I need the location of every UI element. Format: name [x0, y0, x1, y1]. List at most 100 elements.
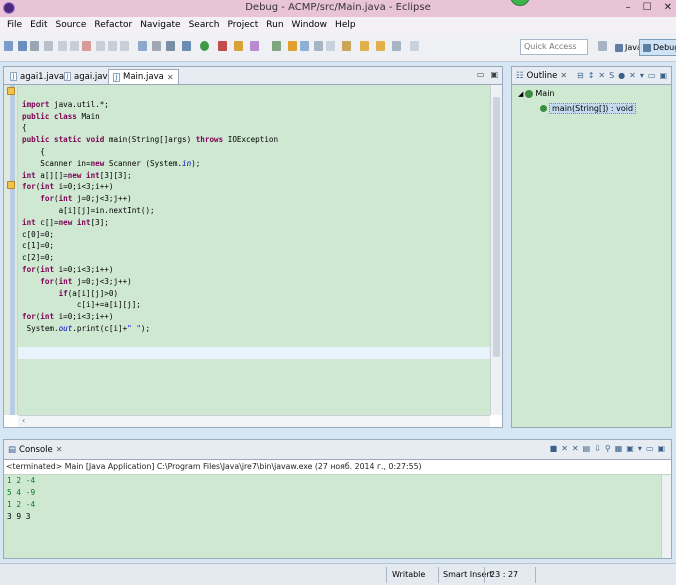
- warning-icon[interactable]: [7, 181, 15, 189]
- menu-project[interactable]: Project: [223, 20, 262, 30]
- quick-access-input[interactable]: Quick Access: [520, 39, 588, 55]
- console-title[interactable]: Console: [19, 445, 53, 455]
- menu-search[interactable]: Search: [185, 20, 224, 30]
- console-output-line: 3 9 3: [7, 512, 31, 521]
- code-line: Scanner in=new Scanner (System.in);: [22, 158, 201, 168]
- resume-icon[interactable]: [58, 41, 67, 51]
- print-icon[interactable]: [44, 41, 53, 51]
- status-divider: [535, 567, 536, 583]
- hide-local-types-icon[interactable]: ✕: [629, 71, 636, 80]
- menu-run[interactable]: Run: [262, 20, 287, 30]
- open-type-icon[interactable]: [272, 41, 281, 51]
- sort-icon[interactable]: ↕: [588, 71, 595, 80]
- scrollbar-thumb[interactable]: [493, 97, 500, 357]
- hide-nonpublic-icon[interactable]: ●: [618, 71, 625, 80]
- hide-static-icon[interactable]: S: [609, 71, 614, 80]
- java-file-icon: J: [10, 72, 17, 81]
- use-step-filters-icon[interactable]: [138, 41, 147, 51]
- main-toolbar: Quick Access Java Debug: [0, 33, 676, 62]
- remove-all-terminated-icon[interactable]: ✕: [572, 444, 579, 453]
- editor-gutter: [4, 85, 18, 415]
- outline-method-node[interactable]: main(String[]) : void: [540, 103, 637, 114]
- terminate-icon[interactable]: ■: [550, 444, 558, 453]
- maximize-view-icon[interactable]: ▣: [657, 444, 665, 453]
- back-icon[interactable]: [360, 41, 369, 51]
- outline-class-node[interactable]: ◢ Main: [518, 89, 555, 98]
- show-on-output-icon[interactable]: ▦: [615, 444, 623, 453]
- perspective-debug-label: Debug: [653, 43, 676, 52]
- window-title: Debug - ACMP/src/Main.java - Eclipse: [245, 2, 431, 13]
- terminate-icon[interactable]: [82, 41, 91, 51]
- clear-console-icon[interactable]: ▤: [583, 444, 591, 453]
- menu-window[interactable]: Window: [288, 20, 332, 30]
- toggle-mark-occurrences-icon[interactable]: [300, 41, 309, 51]
- menu-source[interactable]: Source: [52, 20, 91, 30]
- close-console-icon[interactable]: ✕: [56, 445, 63, 454]
- outline-title[interactable]: Outline: [527, 71, 558, 81]
- code-text[interactable]: import java.util.*; public class Main{pub…: [22, 87, 278, 358]
- suspend-icon[interactable]: [70, 41, 79, 51]
- new-java-project-icon[interactable]: [234, 41, 243, 51]
- editor-vertical-scrollbar[interactable]: [490, 85, 502, 415]
- run-icon[interactable]: [200, 41, 209, 51]
- status-divider: [386, 567, 387, 583]
- editor-horizontal-scrollbar[interactable]: ‹: [18, 415, 490, 427]
- expand-arrow-icon[interactable]: ◢: [518, 90, 523, 98]
- new-icon[interactable]: [4, 41, 13, 51]
- pin-editor-icon[interactable]: [410, 41, 419, 51]
- display-selected-console-icon[interactable]: ▣: [626, 444, 634, 453]
- warning-icon[interactable]: [7, 87, 15, 95]
- outline-method-label: main(String[]) : void: [549, 103, 637, 114]
- step-into-icon[interactable]: [96, 41, 105, 51]
- step-return-icon[interactable]: [120, 41, 129, 51]
- forward-icon[interactable]: [376, 41, 385, 51]
- perspective-debug-button[interactable]: Debug: [639, 39, 676, 56]
- close-tab-icon[interactable]: ✕: [167, 73, 174, 82]
- open-console-icon[interactable]: ▾: [638, 444, 642, 453]
- minimize-view-icon[interactable]: ▭: [648, 71, 656, 80]
- maximize-view-icon[interactable]: ▣: [659, 71, 667, 80]
- minimize-button[interactable]: –: [626, 2, 631, 13]
- external-tools-icon[interactable]: [218, 41, 227, 51]
- scroll-lock-icon[interactable]: ⇩: [594, 444, 601, 453]
- save-icon[interactable]: [18, 41, 27, 51]
- toggle-breakpoint-icon[interactable]: [152, 41, 161, 51]
- step-over-icon[interactable]: [108, 41, 117, 51]
- status-insert-mode: Smart Insert: [443, 570, 493, 579]
- maximize-view-icon[interactable]: ▣: [490, 70, 498, 79]
- search-icon[interactable]: [288, 41, 297, 51]
- menu-refactor[interactable]: Refactor: [90, 20, 136, 30]
- code-line: for(int j=0;j<3;j++): [40, 194, 132, 204]
- new-class-icon[interactable]: [250, 41, 259, 51]
- next-annotation-icon[interactable]: [342, 41, 351, 51]
- menu-help[interactable]: Help: [331, 20, 360, 30]
- close-button[interactable]: ✕: [664, 2, 672, 13]
- remove-launch-icon[interactable]: ✕: [561, 444, 568, 453]
- maximize-button[interactable]: ☐: [643, 2, 652, 13]
- view-menu-icon[interactable]: ▾: [640, 71, 644, 80]
- minimize-view-icon[interactable]: ▭: [646, 444, 654, 453]
- open-perspective-icon[interactable]: [598, 41, 607, 51]
- close-outline-icon[interactable]: ✕: [560, 71, 567, 80]
- tab-main[interactable]: J Main.java ✕: [108, 69, 179, 84]
- tab-agai1[interactable]: J agai1.java: [6, 69, 68, 84]
- menu-file[interactable]: File: [3, 20, 26, 30]
- save-all-icon[interactable]: [30, 41, 39, 51]
- console-output[interactable]: 1 2 -4 5 4 -9 1 2 -4 3 9 3: [4, 474, 671, 558]
- code-area[interactable]: import java.util.*; public class Main{pub…: [4, 85, 502, 415]
- status-divider: [484, 567, 485, 583]
- hide-fields-icon[interactable]: ✕: [598, 71, 605, 80]
- menu-navigate[interactable]: Navigate: [136, 20, 184, 30]
- pin-console-icon[interactable]: ⚲: [605, 444, 611, 453]
- block-selection-icon[interactable]: [314, 41, 323, 51]
- skip-breakpoints-icon[interactable]: [166, 41, 175, 51]
- collapse-all-icon[interactable]: ⊟: [577, 71, 584, 80]
- console-scrollbar[interactable]: [661, 475, 671, 558]
- menu-edit[interactable]: Edit: [26, 20, 51, 30]
- debug-icon[interactable]: [182, 41, 191, 51]
- console-input-line: 1 2 -4: [7, 500, 36, 509]
- console-icon: ▤: [8, 444, 17, 455]
- minimize-view-icon[interactable]: ▭: [477, 70, 485, 79]
- show-whitespace-icon[interactable]: [326, 41, 335, 51]
- last-edit-location-icon[interactable]: [392, 41, 401, 51]
